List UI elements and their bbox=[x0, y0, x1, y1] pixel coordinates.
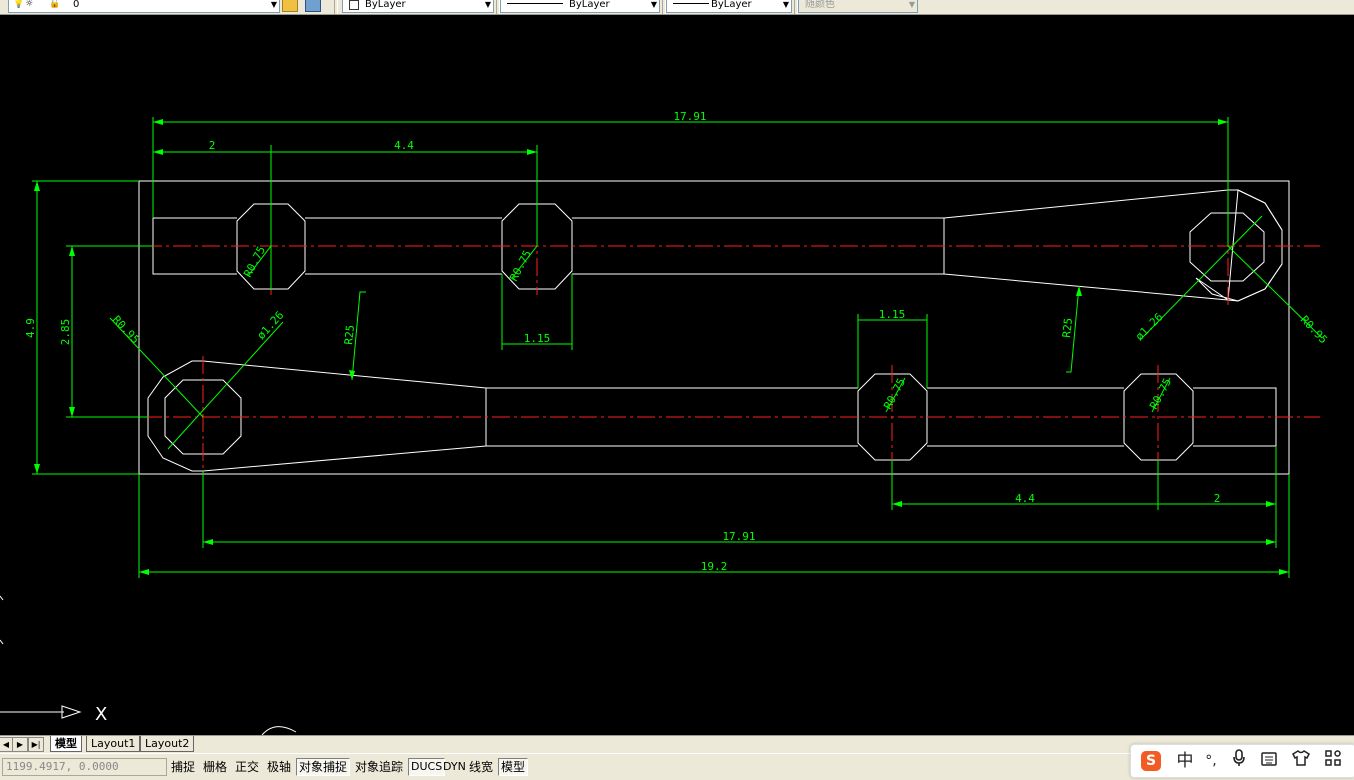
chevron-down-icon: ▼ bbox=[484, 0, 491, 9]
drawing-canvas[interactable]: 17.91 2 4.4 4.9 2.85 R0.95 ø1.26 R0.75 R… bbox=[0, 15, 1354, 735]
dim-115-lower: 1.15 bbox=[879, 308, 906, 321]
properties-toolbar: 💡 ☼ 🔓 0 ▼ ByLayer ▼ ByLayer ▼ ByLayer ▼ … bbox=[0, 0, 1354, 15]
microphone-icon[interactable] bbox=[1227, 749, 1251, 773]
sogou-logo-icon[interactable]: S bbox=[1141, 751, 1161, 771]
layer-name: 0 bbox=[73, 0, 80, 10]
ime-toolbar: S 中 °, bbox=[1130, 744, 1354, 778]
plotstyle-value: 随颜色 bbox=[805, 0, 835, 10]
ime-punctuation-toggle[interactable]: °, bbox=[1199, 749, 1223, 773]
layer-previous-icon[interactable] bbox=[305, 0, 321, 12]
chevron-down-icon: ▼ bbox=[270, 0, 277, 9]
ortho-toggle[interactable]: 正交 bbox=[232, 758, 262, 776]
chevron-down-icon: ▼ bbox=[908, 0, 915, 9]
dim-r25-right: R25 bbox=[1060, 317, 1075, 338]
color-dropdown[interactable]: ByLayer ▼ bbox=[342, 0, 494, 13]
dim-115-upper: 1.15 bbox=[524, 332, 551, 345]
lineweight-toggle[interactable]: 线宽 bbox=[466, 758, 496, 776]
dim-bottom-2: 2 bbox=[1214, 492, 1221, 505]
dim-top-2: 2 bbox=[209, 139, 216, 152]
ime-language-toggle[interactable]: 中 bbox=[1173, 749, 1197, 773]
layer-make-current-icon[interactable] bbox=[282, 0, 298, 12]
chevron-down-icon: ▼ bbox=[782, 0, 789, 9]
dim-left-49: 4.9 bbox=[24, 318, 37, 338]
osnap-toggle[interactable]: 对象捕捉 bbox=[296, 758, 351, 776]
linetype-value: ByLayer bbox=[569, 0, 610, 10]
ucs-x-label: X bbox=[95, 704, 107, 725]
chevron-down-icon: ▼ bbox=[650, 0, 657, 9]
tab-layout2[interactable]: Layout2 bbox=[140, 736, 195, 752]
dim-bottom-1791: 17.91 bbox=[722, 530, 755, 543]
tab-model[interactable]: 模型 bbox=[50, 736, 82, 752]
tab-last-button[interactable]: ▶| bbox=[28, 737, 44, 752]
lineweight-value: ByLayer bbox=[711, 0, 752, 10]
dim-left-285: 2.85 bbox=[59, 319, 72, 346]
keyboard-icon[interactable] bbox=[1257, 749, 1281, 773]
color-value: ByLayer bbox=[365, 0, 406, 10]
plotstyle-dropdown[interactable]: 随颜色 ▼ bbox=[798, 0, 918, 13]
dim-top-overall: 17.91 bbox=[673, 110, 706, 123]
sun-icon: ☼ bbox=[25, 0, 34, 9]
toolbar-separator bbox=[334, 0, 338, 14]
dim-top-44: 4.4 bbox=[394, 139, 414, 152]
canvas-background bbox=[0, 15, 1354, 735]
tab-next-button[interactable]: ▶ bbox=[12, 737, 28, 752]
snap-toggle[interactable]: 捕捉 bbox=[168, 758, 198, 776]
dim-bottom-192: 19.2 bbox=[701, 560, 728, 573]
linetype-sample-icon bbox=[507, 3, 563, 4]
lightbulb-icon: 💡 bbox=[13, 0, 25, 9]
skin-shirt-icon[interactable] bbox=[1289, 749, 1313, 773]
grid-toggle[interactable]: 栅格 bbox=[200, 758, 230, 776]
lineweight-sample-icon bbox=[673, 3, 709, 4]
coordinate-readout[interactable]: 1199.4917, 0.0000 bbox=[2, 758, 167, 776]
polar-toggle[interactable]: 极轴 bbox=[264, 758, 294, 776]
dyn-toggle[interactable]: DYN bbox=[440, 758, 469, 776]
layer-dropdown[interactable]: 💡 ☼ 🔓 0 ▼ bbox=[8, 0, 280, 13]
color-swatch-icon bbox=[349, 0, 359, 10]
tab-layout1[interactable]: Layout1 bbox=[86, 736, 141, 752]
lock-icon: 🔓 bbox=[49, 0, 61, 9]
otrack-toggle[interactable]: 对象追踪 bbox=[352, 758, 406, 776]
dim-r25-left: R25 bbox=[342, 324, 357, 345]
model-space-toggle[interactable]: 模型 bbox=[498, 758, 529, 776]
toolbox-grid-icon[interactable] bbox=[1321, 749, 1345, 773]
lineweight-dropdown[interactable]: ByLayer ▼ bbox=[666, 0, 792, 13]
dim-bottom-44: 4.4 bbox=[1015, 492, 1035, 505]
linetype-dropdown[interactable]: ByLayer ▼ bbox=[500, 0, 660, 13]
